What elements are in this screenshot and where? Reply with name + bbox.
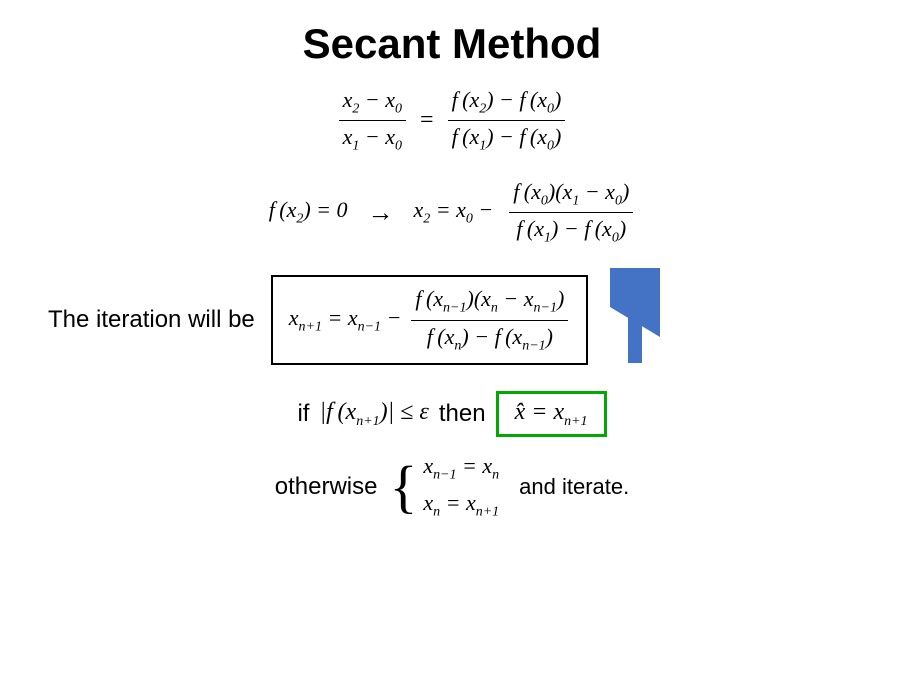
iteration-row: The iteration will be xn+1 = xn−1 − f (x… xyxy=(40,268,864,373)
result-green-box: x̂ = xn+1 xyxy=(496,391,607,438)
iteration-formula-box: xn+1 = xn−1 − f (xn−1)(xn − xn−1) f (xn)… xyxy=(271,275,589,365)
if-label: if xyxy=(297,400,309,428)
then-label: then xyxy=(439,400,486,428)
convergence-condition: |f (xn+1)| ≤ ε xyxy=(319,399,428,430)
otherwise-system: xn−1 = xn xn = xn+1 xyxy=(423,453,499,520)
convergence-row: if |f (xn+1)| ≤ ε then x̂ = xn+1 xyxy=(40,391,864,438)
iteration-label: The iteration will be xyxy=(48,306,255,334)
page-title: Secant Method xyxy=(303,20,602,68)
otherwise-row: otherwise { xn−1 = xn xn = xn+1 and iter… xyxy=(40,453,864,520)
brace-icon: { xyxy=(389,458,417,516)
formula-x2-derivation: f (x2) = 0 → x2 = x0 − f (x0)(x1 − x0) f… xyxy=(269,178,636,248)
blue-arrow-icon xyxy=(610,268,660,373)
otherwise-label: otherwise xyxy=(275,473,378,501)
formula-secant-line: x2 − x0 x1 − x0 = f (x2) − f (x0) f (x1)… xyxy=(337,86,568,156)
and-iterate-label: and iterate. xyxy=(519,474,629,500)
